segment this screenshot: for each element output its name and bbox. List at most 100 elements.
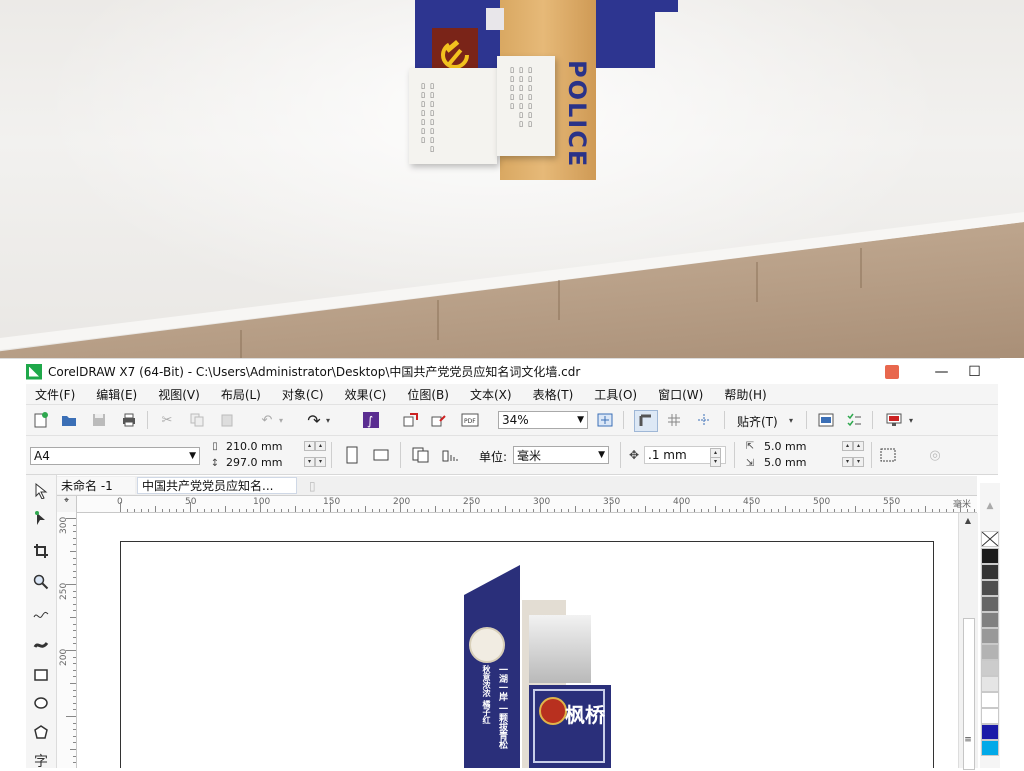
spin-down-icon[interactable]: ▾ <box>842 457 853 467</box>
portrait-icon[interactable] <box>342 445 362 465</box>
snap-to-label[interactable]: 贴齐(T) <box>737 413 778 430</box>
tab-current-document[interactable]: 中国共产党党员应知名... <box>137 477 297 494</box>
color-swatch[interactable] <box>981 660 999 676</box>
full-screen-preview-icon[interactable] <box>596 411 614 429</box>
launcher-dropdown-icon[interactable]: ▾ <box>906 411 916 429</box>
color-swatch[interactable] <box>981 548 999 564</box>
open-icon[interactable] <box>60 411 78 429</box>
spin-down-icon[interactable]: ▾ <box>710 457 721 467</box>
zoom-level-combo[interactable]: 34% ▼ <box>498 411 588 429</box>
menu-layout[interactable]: 布局(L) <box>221 386 261 403</box>
undo-icon[interactable]: ↶ <box>258 411 276 429</box>
color-swatch[interactable] <box>981 676 999 692</box>
freehand-tool-icon[interactable] <box>31 605 51 625</box>
page-height-field[interactable]: 297.0 mm <box>226 456 282 469</box>
application-launcher-icon[interactable] <box>884 411 904 429</box>
crop-tool-icon[interactable] <box>31 541 51 561</box>
current-page-icon[interactable] <box>440 445 462 465</box>
page-size-combo[interactable]: A4 ▼ <box>30 447 200 465</box>
shape-tool-icon[interactable] <box>31 509 51 529</box>
zoom-tool-icon[interactable] <box>31 572 51 592</box>
scroll-grip-icon[interactable]: ≡ <box>963 735 973 745</box>
show-guidelines-icon[interactable] <box>694 411 714 429</box>
all-pages-icon[interactable] <box>410 445 432 465</box>
menu-bitmaps[interactable]: 位图(B) <box>407 386 449 403</box>
snap-dropdown-icon[interactable]: ▾ <box>786 411 796 429</box>
menu-effects[interactable]: 效果(C) <box>345 386 387 403</box>
search-content-icon[interactable]: ∫ <box>362 411 380 429</box>
rectangle-tool-icon[interactable] <box>31 665 51 685</box>
menu-table[interactable]: 表格(T) <box>533 386 574 403</box>
redo-icon[interactable]: ↷ <box>305 411 323 430</box>
menu-tools[interactable]: 工具(O) <box>594 386 637 403</box>
export-icon[interactable] <box>430 411 448 429</box>
no-fill-swatch[interactable] <box>981 531 999 547</box>
horizontal-ruler[interactable]: 0 50 100 150 200 250 300 350 400 450 500… <box>77 496 977 513</box>
menu-window[interactable]: 窗口(W) <box>658 386 703 403</box>
text-tool-icon[interactable]: 字 <box>31 751 51 771</box>
user-account-icon[interactable] <box>885 364 899 379</box>
options-icon[interactable] <box>844 411 864 429</box>
ellipse-tool-icon[interactable] <box>31 693 51 713</box>
vertical-ruler[interactable]: 300 250 200 <box>57 512 77 768</box>
menu-text[interactable]: 文本(X) <box>470 386 512 403</box>
spin-up-icon[interactable]: ▴ <box>853 441 864 451</box>
menu-view[interactable]: 视图(V) <box>158 386 200 403</box>
show-rulers-icon[interactable] <box>634 410 658 432</box>
import-icon[interactable] <box>402 411 420 429</box>
color-swatch[interactable] <box>981 708 999 724</box>
cut-icon[interactable]: ✂ <box>158 411 176 429</box>
paste-icon[interactable] <box>218 411 236 429</box>
ruler-tick <box>834 509 835 512</box>
polygon-tool-icon[interactable] <box>31 722 51 742</box>
color-swatch[interactable] <box>981 628 999 644</box>
color-swatch[interactable] <box>981 740 999 756</box>
color-swatch[interactable] <box>981 612 999 628</box>
print-icon[interactable] <box>120 411 138 429</box>
palette-scroll-up-icon[interactable]: ▲ <box>983 499 997 513</box>
spin-up-icon[interactable]: ▴ <box>842 441 853 451</box>
pick-tool-icon[interactable] <box>31 481 51 501</box>
menu-help[interactable]: 帮助(H) <box>724 386 766 403</box>
color-swatch[interactable] <box>981 692 999 708</box>
duplicate-distance-y-field[interactable]: 5.0 mm <box>764 456 806 469</box>
snap-options-icon[interactable]: ◎ <box>924 445 946 465</box>
color-swatch[interactable] <box>981 644 999 660</box>
spin-up-icon[interactable]: ▴ <box>315 441 326 451</box>
scroll-thumb[interactable] <box>963 618 975 770</box>
spin-up-icon[interactable]: ▴ <box>304 441 315 451</box>
scroll-up-icon[interactable]: ▲ <box>963 515 973 525</box>
color-swatch[interactable] <box>981 724 999 740</box>
color-palette: ▲ <box>980 483 1000 768</box>
show-grid-icon[interactable] <box>664 411 684 429</box>
copy-icon[interactable] <box>188 411 206 429</box>
spin-down-icon[interactable]: ▾ <box>315 457 326 467</box>
color-swatch[interactable] <box>981 580 999 596</box>
color-swatch[interactable] <box>981 596 999 612</box>
menu-file[interactable]: 文件(F) <box>35 386 75 403</box>
artistic-media-tool-icon[interactable] <box>31 635 51 655</box>
treat-as-filled-icon[interactable] <box>877 445 899 465</box>
drawing-canvas[interactable]: 一湖一岸 一颗拔青松 秋意浓浓 橘子红 枫桥 <box>77 513 957 768</box>
tab-untitled[interactable]: 未命名 -1 <box>57 477 135 494</box>
ruler-origin-icon[interactable]: ⌖ <box>57 496 77 513</box>
landscape-icon[interactable] <box>371 445 391 465</box>
maximize-button[interactable]: ☐ <box>958 364 991 380</box>
new-document-icon[interactable] <box>32 411 50 429</box>
menu-edit[interactable]: 编辑(E) <box>96 386 137 403</box>
undo-dropdown-icon[interactable]: ▾ <box>276 411 286 429</box>
save-icon[interactable] <box>90 411 108 429</box>
vertical-scrollbar[interactable]: ▲ ≡ <box>958 513 978 770</box>
menu-object[interactable]: 对象(C) <box>282 386 324 403</box>
publish-pdf-icon[interactable]: PDF <box>460 411 480 429</box>
spin-down-icon[interactable]: ▾ <box>304 457 315 467</box>
units-combo[interactable]: 毫米 ▼ <box>513 446 609 464</box>
welcome-screen-icon[interactable] <box>816 411 836 429</box>
new-tab-icon[interactable]: ▯ <box>305 477 321 494</box>
duplicate-distance-x-field[interactable]: 5.0 mm <box>764 440 806 453</box>
redo-dropdown-icon[interactable]: ▾ <box>323 411 333 429</box>
color-swatch[interactable] <box>981 564 999 580</box>
spin-down-icon[interactable]: ▾ <box>853 457 864 467</box>
page-width-field[interactable]: 210.0 mm <box>226 440 282 453</box>
minimize-button[interactable]: — <box>925 364 958 380</box>
